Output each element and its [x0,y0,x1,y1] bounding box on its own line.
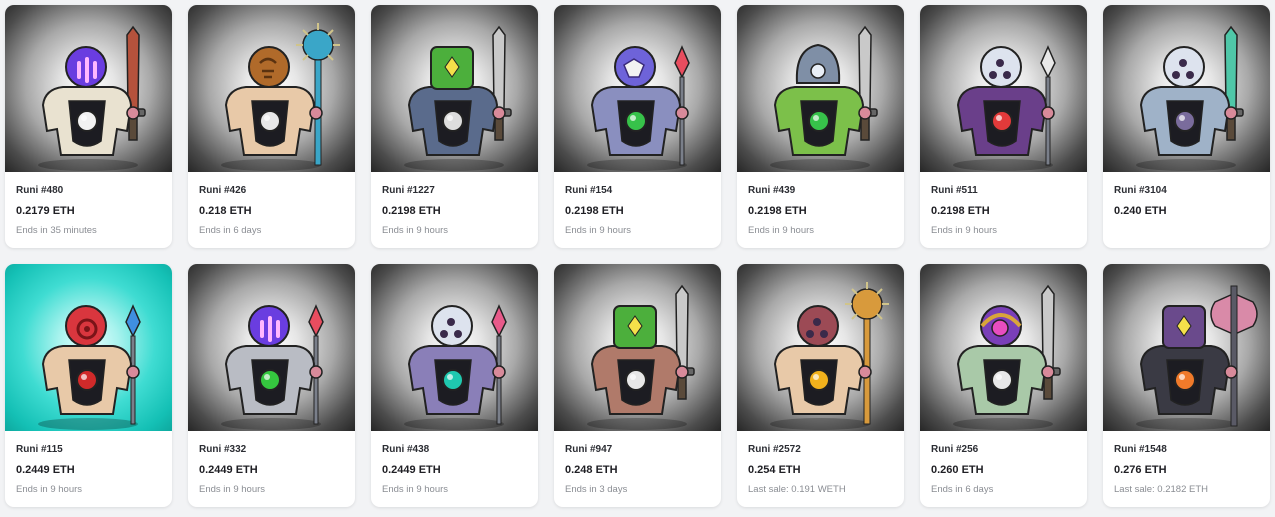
nft-name: Runi #426 [199,185,247,196]
nft-card[interactable]: Runi #3104 0.240 ETH [1103,5,1270,248]
nft-price: 0.218 ETH [199,205,252,217]
nft-image [1103,264,1270,431]
nft-card[interactable]: Runi #439 0.2198 ETH Ends in 9 hours [737,5,904,248]
nft-name: Runi #332 [199,444,247,455]
character-illustration [1136,25,1244,171]
nft-info: Runi #426 0.218 ETH Ends in 6 days [188,172,355,237]
nft-status: Ends in 6 days [931,484,994,495]
nft-status: Last sale: 0.2182 ETH [1114,484,1208,495]
nft-price: 0.2179 ETH [16,205,75,217]
nft-price: 0.2449 ETH [382,464,441,476]
character-illustration [221,304,324,430]
nft-price: 0.2198 ETH [382,205,441,217]
nft-price: 0.254 ETH [748,464,801,476]
nft-info: Runi #1227 0.2198 ETH Ends in 9 hours [371,172,538,237]
nft-image [371,264,538,431]
nft-info: Runi #115 0.2449 ETH Ends in 9 hours [5,431,172,496]
character-illustration [953,45,1056,171]
nft-name: Runi #947 [565,444,613,455]
nft-image [920,264,1087,431]
nft-card[interactable]: Runi #154 0.2198 ETH Ends in 9 hours [554,5,721,248]
nft-status: Ends in 35 minutes [16,225,97,236]
nft-price: 0.2198 ETH [565,205,624,217]
nft-name: Runi #438 [382,444,430,455]
nft-price: 0.2449 ETH [199,464,258,476]
nft-card[interactable]: Runi #115 0.2449 ETH Ends in 9 hours [5,264,172,507]
character-illustration [221,23,340,171]
nft-info: Runi #2572 0.254 ETH Last sale: 0.191 WETH [737,431,904,496]
nft-status: Ends in 9 hours [565,225,632,236]
nft-card[interactable]: Runi #1227 0.2198 ETH Ends in 9 hours [371,5,538,248]
nft-info: Runi #438 0.2449 ETH Ends in 9 hours [371,431,538,496]
character-illustration [404,25,512,171]
nft-info: Runi #154 0.2198 ETH Ends in 9 hours [554,172,721,237]
nft-price: 0.276 ETH [1114,464,1167,476]
nft-status: Ends in 6 days [199,225,262,236]
nft-info: Runi #1548 0.276 ETH Last sale: 0.2182 ETH [1103,431,1270,496]
character-illustration [770,25,878,171]
nft-image [188,264,355,431]
nft-image [554,264,721,431]
nft-price: 0.240 ETH [1114,205,1167,217]
character-illustration [770,282,889,430]
nft-name: Runi #439 [748,185,796,196]
character-illustration [587,284,695,430]
nft-card[interactable]: Runi #332 0.2449 ETH Ends in 9 hours [188,264,355,507]
nft-card[interactable]: Runi #426 0.218 ETH Ends in 6 days [188,5,355,248]
nft-status: Ends in 9 hours [16,484,83,495]
nft-name: Runi #1227 [382,185,435,196]
nft-info: Runi #332 0.2449 ETH Ends in 9 hours [188,431,355,496]
nft-card[interactable]: Runi #256 0.260 ETH Ends in 6 days [920,264,1087,507]
nft-card[interactable]: Runi #1548 0.276 ETH Last sale: 0.2182 ETH [1103,264,1270,507]
nft-image [737,5,904,172]
nft-card[interactable]: Runi #947 0.248 ETH Ends in 3 days [554,264,721,507]
nft-status: Ends in 3 days [565,484,628,495]
nft-name: Runi #3104 [1114,185,1167,196]
character-illustration [38,304,141,430]
nft-price: 0.2198 ETH [931,205,990,217]
nft-info: Runi #480 0.2179 ETH Ends in 35 minutes [5,172,172,237]
nft-info: Runi #256 0.260 ETH Ends in 6 days [920,431,1087,496]
nft-name: Runi #154 [565,185,613,196]
nft-status: Last sale: 0.191 WETH [748,484,846,495]
nft-status: Ends in 9 hours [748,225,815,236]
character-illustration [587,45,690,171]
character-illustration [1136,285,1258,430]
nft-price: 0.248 ETH [565,464,618,476]
nft-name: Runi #256 [931,444,979,455]
nft-card[interactable]: Runi #511 0.2198 ETH Ends in 9 hours [920,5,1087,248]
nft-image [554,5,721,172]
nft-status: Ends in 9 hours [199,484,266,495]
nft-price: 0.2198 ETH [748,205,807,217]
character-illustration [404,304,507,430]
nft-price: 0.2449 ETH [16,464,75,476]
nft-info: Runi #3104 0.240 ETH [1103,172,1270,225]
nft-info: Runi #511 0.2198 ETH Ends in 9 hours [920,172,1087,237]
nft-name: Runi #511 [931,185,978,196]
nft-name: Runi #1548 [1114,444,1167,455]
nft-image [1103,5,1270,172]
nft-status: Ends in 9 hours [382,484,449,495]
nft-name: Runi #2572 [748,444,801,455]
nft-info: Runi #439 0.2198 ETH Ends in 9 hours [737,172,904,237]
nft-name: Runi #480 [16,185,64,196]
nft-image [5,264,172,431]
nft-image [371,5,538,172]
nft-card[interactable]: Runi #480 0.2179 ETH Ends in 35 minutes [5,5,172,248]
nft-image [737,264,904,431]
nft-image [5,5,172,172]
nft-card[interactable]: Runi #2572 0.254 ETH Last sale: 0.191 WETH [737,264,904,507]
nft-price: 0.260 ETH [931,464,984,476]
nft-status: Ends in 9 hours [931,225,998,236]
nft-status: Ends in 9 hours [382,225,449,236]
nft-info: Runi #947 0.248 ETH Ends in 3 days [554,431,721,496]
nft-grid: Runi #480 0.2179 ETH Ends in 35 minutes Ru… [5,5,1270,507]
nft-image [920,5,1087,172]
character-illustration [38,25,146,171]
nft-card[interactable]: Runi #438 0.2449 ETH Ends in 9 hours [371,264,538,507]
nft-name: Runi #115 [16,444,63,455]
character-illustration [953,284,1061,430]
nft-image [188,5,355,172]
